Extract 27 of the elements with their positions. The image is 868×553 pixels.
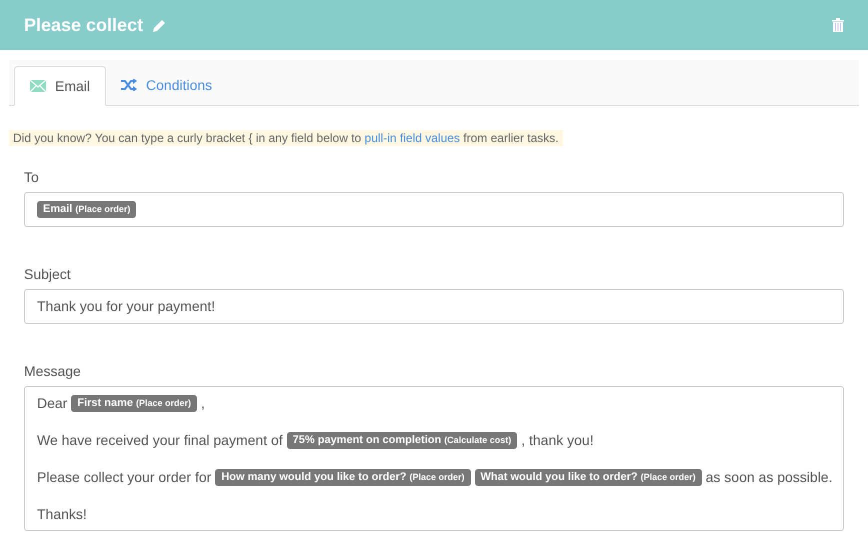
envelope-icon (30, 80, 46, 92)
pull-in-link[interactable]: pull-in field values (364, 131, 460, 145)
pencil-icon[interactable] (153, 18, 166, 32)
tip-text: Did you know? You can type a curly bracket { in any field below to pull-in field values from earlier tasks. (9, 130, 563, 146)
message-text: Thanks! (37, 504, 87, 524)
tab[interactable]: Conditions (106, 65, 228, 105)
message-text: , (201, 394, 205, 412)
field-label: To (24, 168, 40, 186)
to-field[interactable]: Email (Place order) (24, 192, 844, 227)
message-text: We have received your final payment of (37, 430, 283, 450)
field-label: Subject (24, 265, 72, 283)
field-token[interactable]: What would you like to order? (Place order) (474, 468, 702, 486)
tab[interactable]: Email (14, 66, 106, 106)
field-token[interactable]: Email (Place order) (37, 201, 136, 218)
field-token[interactable]: First name (Place order) (71, 394, 198, 412)
message-text: Please collect your order for (37, 468, 212, 487)
field-token[interactable]: How many would you like to order? (Place order) (215, 468, 471, 486)
field-label: Message (24, 362, 82, 380)
shuffle-icon (121, 79, 138, 91)
message-text: , thank you! (521, 430, 594, 450)
field-token[interactable]: 75% payment on completion (Calculate cost) (286, 432, 518, 448)
message-field[interactable] (24, 386, 844, 531)
message-text: Dear (37, 394, 68, 412)
trash-icon[interactable] (832, 18, 844, 32)
message-text: as soon as possible. (706, 468, 832, 487)
subject-field[interactable]: Thank you for your payment! (24, 289, 844, 324)
task-title: Please collect (24, 14, 144, 36)
